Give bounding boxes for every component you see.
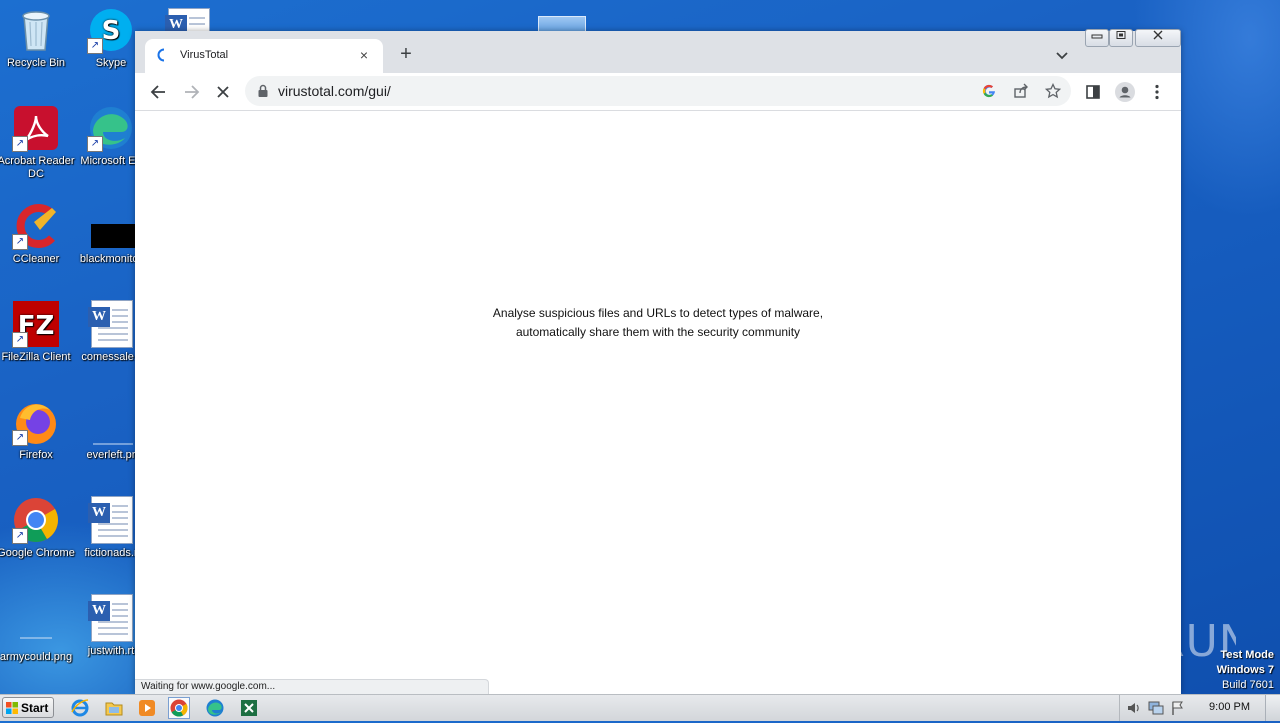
url-text[interactable]: virustotal.com/gui/ (278, 83, 391, 99)
chrome-window: VirusTotal × + virustotal.com/gui/ Analy… (135, 29, 1181, 694)
side-panel-button[interactable] (1080, 79, 1106, 105)
menu-button[interactable] (1144, 79, 1170, 105)
action-center-flag-icon[interactable] (1170, 700, 1186, 716)
windows-logo-icon (6, 702, 18, 714)
close-window-button[interactable] (1135, 29, 1181, 47)
tab-title: VirusTotal (180, 49, 229, 61)
share-icon[interactable] (1013, 83, 1029, 99)
test-mode-notice: Test Mode Windows 7 Build 7601 (1217, 648, 1274, 693)
browser-toolbar: virustotal.com/gui/ (135, 73, 1181, 111)
restore-icon (1116, 31, 1126, 39)
file-icon (87, 398, 135, 446)
file-explorer-icon[interactable] (104, 698, 124, 718)
desktop: Recycle Bin ↗ Acrobat Reader DC ↗ CClean… (0, 0, 1280, 694)
internet-explorer-icon[interactable] (70, 698, 90, 718)
tab-close-button[interactable]: × (355, 46, 373, 64)
chrome-taskbar-icon[interactable] (168, 697, 190, 719)
desktop-icon-acrobat[interactable]: ↗ Acrobat Reader DC (0, 104, 77, 181)
shortcut-arrow-icon: ↗ (87, 136, 103, 152)
taskbar: Start 9:00 PM (0, 694, 1280, 721)
shortcut-arrow-icon: ↗ (12, 528, 28, 544)
edge-icon: ↗ (87, 104, 135, 152)
window-controls (1085, 29, 1181, 47)
tab-search-button[interactable] (1052, 45, 1072, 65)
svg-text:S: S (102, 16, 121, 46)
avatar-icon (1115, 82, 1135, 102)
page-tagline: Analyse suspicious files and URLs to det… (135, 304, 1181, 342)
word-document-icon: W (87, 496, 135, 544)
image-file-icon (87, 202, 139, 250)
network-icon[interactable] (1148, 700, 1164, 716)
side-panel-icon (1086, 85, 1100, 99)
desktop-icon-label: Google Chrome (0, 547, 75, 559)
acrobat-icon: ↗ (12, 104, 60, 152)
minimize-icon (1091, 34, 1103, 39)
desktop-icon-label: CCleaner (12, 253, 60, 265)
clock[interactable]: 9:00 PM (1209, 701, 1250, 713)
close-icon (1153, 30, 1163, 40)
show-desktop-button[interactable] (1265, 695, 1280, 721)
back-button[interactable] (146, 79, 172, 105)
edge-taskbar-icon[interactable] (205, 698, 225, 718)
filezilla-icon: FZ ↗ (12, 300, 60, 348)
close-icon (217, 86, 229, 98)
system-tray: 9:00 PM (1119, 695, 1280, 721)
shortcut-arrow-icon: ↗ (12, 234, 28, 250)
page-content: Analyse suspicious files and URLs to det… (135, 111, 1181, 694)
media-player-icon[interactable] (137, 698, 157, 718)
address-bar[interactable]: virustotal.com/gui/ (245, 76, 1071, 106)
start-label: Start (21, 701, 49, 715)
tagline-line: Analyse suspicious files and URLs to det… (492, 306, 824, 320)
desktop-icon-chrome[interactable]: ↗ Google Chrome (0, 496, 77, 560)
firefox-icon: ↗ (12, 398, 60, 446)
shortcut-arrow-icon: ↗ (12, 136, 28, 152)
word-document-icon: W (87, 300, 135, 348)
desktop-icon-armycould[interactable]: armycould.png (0, 600, 77, 664)
build-label: Build 7601 (1222, 679, 1274, 691)
start-button[interactable]: Start (2, 697, 54, 718)
star-icon[interactable] (1044, 82, 1062, 99)
shortcut-arrow-icon: ↗ (12, 332, 28, 348)
desktop-icon-label: armycould.png (0, 651, 73, 663)
forward-button[interactable] (178, 79, 204, 105)
tagline-line: automatically share them with the securi… (515, 325, 801, 339)
test-mode-label: Test Mode (1220, 649, 1274, 661)
desktop-icon-label: Acrobat Reader DC (0, 155, 75, 180)
chevron-down-icon (1056, 52, 1068, 60)
ccleaner-icon: ↗ (12, 202, 60, 250)
new-tab-button[interactable]: + (394, 43, 418, 67)
back-arrow-icon (150, 85, 165, 99)
forward-arrow-icon (185, 85, 200, 99)
skype-icon: S ↗ (87, 6, 135, 54)
desktop-icon-ccleaner[interactable]: ↗ CCleaner (0, 202, 77, 266)
recycle-bin-icon (12, 6, 60, 54)
word-document-icon[interactable]: W (164, 8, 210, 40)
lock-icon (257, 84, 269, 98)
desktop-icon-label: FileZilla Client (1, 351, 71, 363)
shortcut-arrow-icon: ↗ (87, 38, 103, 54)
volume-icon[interactable] (1126, 700, 1142, 716)
kebab-menu-icon (1155, 84, 1159, 100)
tab-strip: VirusTotal × + (135, 29, 1181, 73)
excel-icon[interactable] (239, 698, 259, 718)
os-label: Windows 7 (1216, 664, 1274, 676)
shortcut-arrow-icon: ↗ (12, 430, 28, 446)
loading-spinner-icon (157, 48, 171, 64)
restore-button[interactable] (1109, 29, 1133, 47)
desktop-icon-label: Recycle Bin (6, 57, 66, 69)
desktop-icon-filezilla[interactable]: FZ ↗ FileZilla Client (0, 300, 77, 364)
google-icon[interactable] (981, 83, 997, 99)
minimize-button[interactable] (1085, 29, 1109, 47)
desktop-icon-label: Firefox (19, 449, 53, 461)
tab-virustotal[interactable]: VirusTotal × (145, 39, 383, 73)
chrome-icon: ↗ (12, 496, 60, 544)
profile-button[interactable] (1112, 79, 1138, 105)
desktop-icon-firefox[interactable]: ↗ Firefox (0, 398, 77, 462)
desktop-icon-recycle-bin[interactable]: Recycle Bin (0, 6, 77, 70)
word-document-icon: W (87, 594, 135, 642)
status-bubble: Waiting for www.google.com... (135, 679, 489, 694)
stop-loading-button[interactable] (210, 79, 236, 105)
png-file-icon (12, 600, 60, 648)
